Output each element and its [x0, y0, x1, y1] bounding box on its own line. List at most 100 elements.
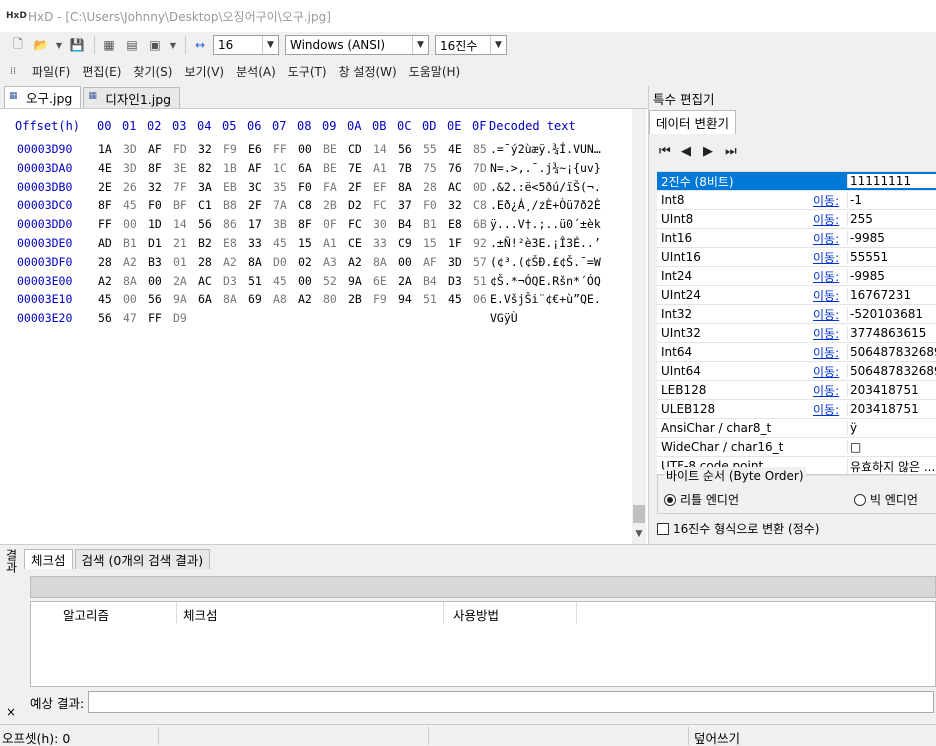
hex-byte[interactable]: 45: [98, 291, 123, 307]
hex-byte[interactable]: 8A: [223, 291, 248, 307]
big-endian-radio[interactable]: 빅 엔디언: [854, 491, 918, 508]
hex-byte[interactable]: AF: [423, 254, 448, 270]
hex-byte[interactable]: 55: [423, 141, 448, 157]
hex-byte[interactable]: 1C: [273, 160, 298, 176]
hex-byte[interactable]: 14: [173, 216, 198, 232]
goto-link[interactable]: 이동:: [813, 363, 839, 380]
tab-ogu-jpg[interactable]: ▦ 오구.jpg: [4, 86, 82, 108]
hex-byte[interactable]: 56: [148, 291, 173, 307]
hex-byte[interactable]: 0F: [323, 216, 348, 232]
hex-byte[interactable]: 00: [298, 273, 323, 289]
hex-row[interactable]: 00003DE0 AD B1 D1 21 B2 E8 33 45 15 A1 CE 33 C9 15 1F 92…: [17, 235, 601, 251]
menu-search[interactable]: 찾기(S): [127, 63, 178, 80]
goto-link[interactable]: 이동:: [813, 249, 839, 266]
hex-byte[interactable]: A1: [323, 235, 348, 251]
hex-byte[interactable]: FD: [173, 141, 198, 157]
hex-byte[interactable]: 35: [273, 179, 298, 195]
data-type-row[interactable]: 2진수 (8비트) 11111111: [657, 172, 936, 191]
data-type-value[interactable]: 255: [847, 212, 936, 226]
hex-byte[interactable]: D1: [148, 235, 173, 251]
goto-link[interactable]: 이동:: [813, 192, 839, 209]
hex-byte[interactable]: 2E: [98, 179, 123, 195]
menu-window[interactable]: 창 설정(W): [333, 63, 403, 80]
data-type-row[interactable]: UInt16 이동: 55551: [657, 248, 936, 267]
hex-byte[interactable]: BE: [323, 141, 348, 157]
hex-row[interactable]: 00003E10 45 00 56 9A 6A 8A 69 A8 A2 80 2B F9 94 51 45 06…: [17, 291, 601, 307]
hex-byte[interactable]: BF: [173, 197, 198, 213]
hex-byte[interactable]: 2B: [348, 291, 373, 307]
goto-link[interactable]: 이동:: [813, 268, 839, 285]
goto-link[interactable]: 이동:: [813, 230, 839, 247]
hex-byte[interactable]: B8: [223, 197, 248, 213]
data-type-row[interactable]: Int64 이동: 50648783268923: [657, 343, 936, 362]
hex-byte[interactable]: 7B: [398, 160, 423, 176]
decoded-text[interactable]: (¢³.(¢ŠÐ.£¢Š.¯=W: [490, 254, 601, 270]
hex-byte[interactable]: 2A: [173, 273, 198, 289]
data-type-value[interactable]: -1: [847, 193, 936, 207]
tools-icon[interactable]: ▣: [145, 35, 165, 55]
hex-byte[interactable]: EF: [373, 179, 398, 195]
menu-view[interactable]: 보기(V): [178, 63, 230, 80]
hex-byte[interactable]: 3D: [123, 141, 148, 157]
hex-byte[interactable]: C9: [398, 235, 423, 251]
goto-link[interactable]: 이동:: [813, 211, 839, 228]
hex-byte[interactable]: 8A: [398, 179, 423, 195]
hex-byte[interactable]: 8A: [123, 273, 148, 289]
close-icon[interactable]: ×: [6, 705, 16, 719]
scrollbar-thumb[interactable]: [633, 505, 645, 523]
expected-result-input[interactable]: [88, 691, 935, 713]
hex-byte[interactable]: 33: [248, 235, 273, 251]
hex-byte[interactable]: 00: [298, 141, 323, 157]
hex-byte[interactable]: 56: [198, 216, 223, 232]
hex-byte[interactable]: D9: [173, 310, 198, 326]
hex-byte[interactable]: A2: [98, 273, 123, 289]
goto-link[interactable]: 이동:: [813, 382, 839, 399]
hex-byte[interactable]: 01: [173, 254, 198, 270]
hex-byte[interactable]: 86: [223, 216, 248, 232]
hex-byte[interactable]: 56: [98, 310, 123, 326]
hex-byte[interactable]: F9: [373, 291, 398, 307]
hex-byte[interactable]: 00: [148, 273, 173, 289]
hex-byte[interactable]: 9A: [348, 273, 373, 289]
hex-byte[interactable]: 28: [198, 254, 223, 270]
tab-data-converter[interactable]: 데이터 변환기: [649, 110, 736, 134]
menu-analysis[interactable]: 분석(A): [230, 63, 282, 80]
hex-byte[interactable]: E6: [248, 141, 273, 157]
hex-byte[interactable]: 32: [198, 141, 223, 157]
hex-byte[interactable]: D0: [273, 254, 298, 270]
hex-byte[interactable]: FA: [323, 179, 348, 195]
hex-byte[interactable]: 1B: [223, 160, 248, 176]
data-type-row[interactable]: AnsiChar / char8_t ÿ: [657, 419, 936, 438]
data-type-row[interactable]: LEB128 이동: 203418751: [657, 381, 936, 400]
hex-byte[interactable]: BE: [323, 160, 348, 176]
hex-byte[interactable]: B1: [123, 235, 148, 251]
hex-byte[interactable]: 32: [148, 179, 173, 195]
hex-byte[interactable]: 56: [398, 141, 423, 157]
data-type-value[interactable]: 50648783268923: [847, 364, 936, 378]
open-ram-icon[interactable]: ▤: [122, 35, 142, 55]
data-type-value[interactable]: 11111111: [847, 174, 936, 188]
hex-byte[interactable]: F9: [223, 141, 248, 157]
hex-row[interactable]: 00003DB0 2E 26 32 7F 3A EB 3C 35 F0 FA 2F EF 8A 28 AC 0D…: [17, 179, 601, 195]
open-disk-icon[interactable]: ▦: [99, 35, 119, 55]
hex-byte[interactable]: 1F: [448, 235, 473, 251]
tab-design1-jpg[interactable]: ▦ 디자인1.jpg: [83, 87, 181, 108]
hex-byte[interactable]: 02: [298, 254, 323, 270]
hex-byte[interactable]: A2: [298, 291, 323, 307]
decoded-text[interactable]: E.VšjŠi¨¢€+ù”QE.: [490, 291, 601, 307]
hex-byte[interactable]: 3E: [173, 160, 198, 176]
hex-byte[interactable]: 80: [323, 291, 348, 307]
data-type-row[interactable]: UInt32 이동: 3774863615: [657, 324, 936, 343]
hex-byte[interactable]: 14: [373, 141, 398, 157]
data-type-row[interactable]: UInt24 이동: 16767231: [657, 286, 936, 305]
decoded-text[interactable]: .&2.:ë<5ðú/ïŠ(¬.: [490, 179, 601, 195]
hex-byte[interactable]: CD: [348, 141, 373, 157]
hex-byte[interactable]: 2F: [348, 179, 373, 195]
hex-byte[interactable]: A1: [373, 160, 398, 176]
data-type-value[interactable]: 16767231: [847, 288, 936, 302]
column-algorithm[interactable]: 알고리즘: [63, 605, 109, 624]
hex-row[interactable]: 00003DF0 28 A2 B3 01 28 A2 8A D0 02 A3 A2 8A 00 AF 3D 57…: [17, 254, 601, 270]
hex-byte[interactable]: F0: [298, 179, 323, 195]
decoded-text[interactable]: VGÿÙ: [490, 310, 518, 326]
hex-byte[interactable]: 4E: [98, 160, 123, 176]
